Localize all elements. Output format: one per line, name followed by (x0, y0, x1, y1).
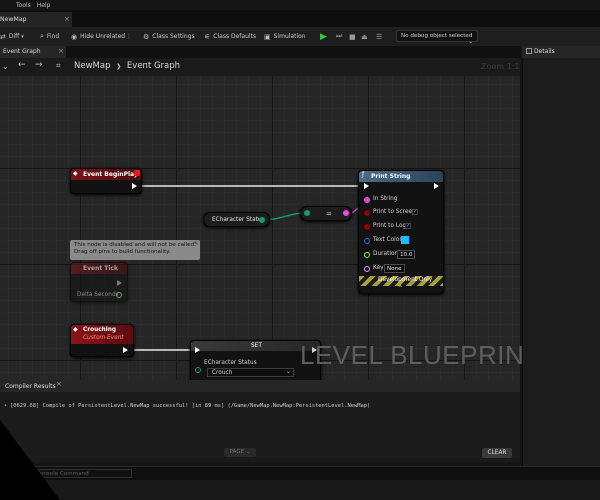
compiler-message: [0629.68] Compile of PersistentLevel.New… (10, 403, 371, 409)
node-title: Print String (371, 173, 411, 180)
corner-overlay (0, 420, 60, 500)
function-icon: ƒ (362, 171, 365, 178)
compiler-tab-label: Compiler Results (5, 383, 56, 390)
close-icon[interactable]: × (56, 380, 62, 388)
equal-symbol: = (326, 210, 332, 218)
chevron-up-icon[interactable]: ⌃ (398, 285, 403, 292)
message-bullet-icon: • (4, 403, 7, 409)
tooltip-text: This node is disabled and will not be ca… (74, 242, 196, 255)
details-tab-label: Details (534, 48, 555, 55)
echaracter-status-out-pin[interactable] (259, 217, 265, 223)
details-panel (522, 58, 600, 468)
print-to-screen-label: Print to Screen (373, 209, 416, 215)
print-to-screen-checkbox[interactable]: ✓ (412, 209, 418, 215)
exec-in-pin[interactable] (195, 347, 200, 353)
duration-input[interactable]: 10.0 (397, 250, 416, 259)
page-label: PAGE (229, 449, 245, 455)
node-event-beginplay[interactable]: Event BeginPlay (70, 168, 142, 194)
page-button[interactable]: PAGE ⌄ (224, 448, 256, 457)
exec-in-pin[interactable] (364, 183, 369, 189)
print-to-log-label: Print to Log (373, 223, 407, 229)
clear-button[interactable]: CLEAR (482, 448, 512, 458)
event-icon: ◆ (73, 170, 78, 177)
development-only-label: Development Only (378, 277, 433, 283)
print-to-log-pin[interactable] (364, 224, 370, 230)
node-title: ECharacter Status (212, 217, 265, 223)
details-tab[interactable]: Details (522, 46, 600, 58)
print-to-log-checkbox[interactable]: ✓ (405, 223, 411, 229)
in-string-label: In String (373, 196, 398, 202)
node-title: Crouching (83, 327, 117, 333)
print-to-screen-pin[interactable] (364, 210, 370, 216)
exec-out-pin[interactable] (434, 183, 439, 189)
node-header: Event BeginPlay (71, 169, 141, 180)
set-value-select[interactable]: Crouch ⌄ (207, 368, 294, 377)
duration-pin[interactable] (364, 252, 370, 258)
equal-in-pin[interactable] (304, 210, 310, 216)
chevron-down-icon: ⌄ (286, 369, 291, 375)
set-value-pin[interactable] (195, 367, 201, 373)
node-title: Event BeginPlay (83, 171, 138, 178)
node-header: Event Tick (71, 263, 127, 274)
text-color-pin[interactable] (364, 238, 370, 244)
text-color-label: Text Color (373, 237, 402, 243)
text-color-swatch[interactable] (401, 236, 409, 244)
node-subtitle: Custom Event (83, 335, 124, 341)
exec-out-pin[interactable] (117, 280, 122, 286)
set-value: Crouch (212, 370, 233, 376)
disabled-node-tooltip: This node is disabled and will not be ca… (70, 240, 200, 260)
key-pin[interactable] (364, 266, 370, 272)
exec-out-pin[interactable] (123, 347, 128, 353)
set-variable-label: ECharacter Status (204, 360, 257, 366)
duration-label: Duration (373, 251, 399, 257)
key-input[interactable]: None (384, 264, 405, 273)
in-string-pin[interactable] (364, 197, 370, 203)
node-title: SET (251, 343, 262, 349)
equal-out-pin[interactable] (343, 210, 349, 216)
level-blueprint-watermark: LEVEL BLUEPRINT (300, 340, 541, 370)
chevron-down-icon: ⌄ (245, 449, 251, 455)
node-title: Event Tick (83, 265, 119, 272)
exec-out-pin[interactable] (132, 183, 137, 189)
node-header: Print String (359, 171, 443, 182)
delta-seconds-label: Delta Seconds (77, 292, 119, 298)
delta-seconds-pin[interactable] (116, 292, 122, 298)
pin-icon: ✎ (194, 241, 199, 247)
event-replicate-icon (134, 170, 140, 176)
bottom-strip (0, 480, 600, 500)
key-label: Key (373, 265, 384, 271)
details-icon (526, 48, 532, 54)
event-icon: ◆ (73, 326, 78, 333)
compiler-tab-bar (0, 380, 520, 392)
